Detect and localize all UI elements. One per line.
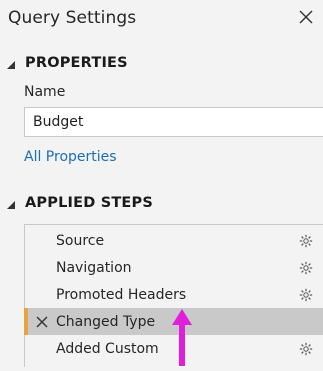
step-label: Promoted Headers	[56, 286, 187, 303]
step-label: Added Custom	[56, 340, 159, 357]
applied-steps-section-toggle[interactable]: APPLIED STEPS	[6, 195, 153, 211]
settings-gear-icon[interactable]	[299, 341, 313, 356]
properties-heading: PROPERTIES	[25, 55, 128, 71]
collapse-triangle-icon	[6, 58, 16, 69]
delete-step-icon[interactable]	[35, 314, 49, 328]
step-label: Source	[56, 232, 105, 249]
selected-step-indicator	[24, 308, 28, 335]
annotation-arrow-icon	[170, 308, 194, 367]
step-navigation[interactable]: Navigation	[25, 254, 323, 281]
settings-gear-icon[interactable]	[299, 287, 313, 302]
step-source[interactable]: Source	[25, 227, 323, 254]
settings-gear-icon[interactable]	[299, 233, 313, 248]
step-label: Navigation	[56, 259, 132, 276]
step-promoted-headers[interactable]: Promoted Headers	[25, 281, 323, 308]
settings-gear-icon[interactable]	[299, 260, 313, 275]
step-label: Changed Type	[56, 313, 156, 330]
all-properties-link[interactable]: All Properties	[24, 149, 117, 165]
close-icon[interactable]	[295, 6, 317, 28]
properties-section-toggle[interactable]: PROPERTIES	[6, 55, 128, 71]
query-settings-pane: Query Settings PROPERTIES Name All Prope…	[0, 0, 323, 367]
name-label: Name	[24, 84, 66, 100]
pane-title: Query Settings	[8, 8, 137, 28]
query-name-input[interactable]	[24, 107, 323, 137]
applied-steps-heading: APPLIED STEPS	[25, 195, 154, 211]
collapse-triangle-icon	[6, 198, 16, 209]
